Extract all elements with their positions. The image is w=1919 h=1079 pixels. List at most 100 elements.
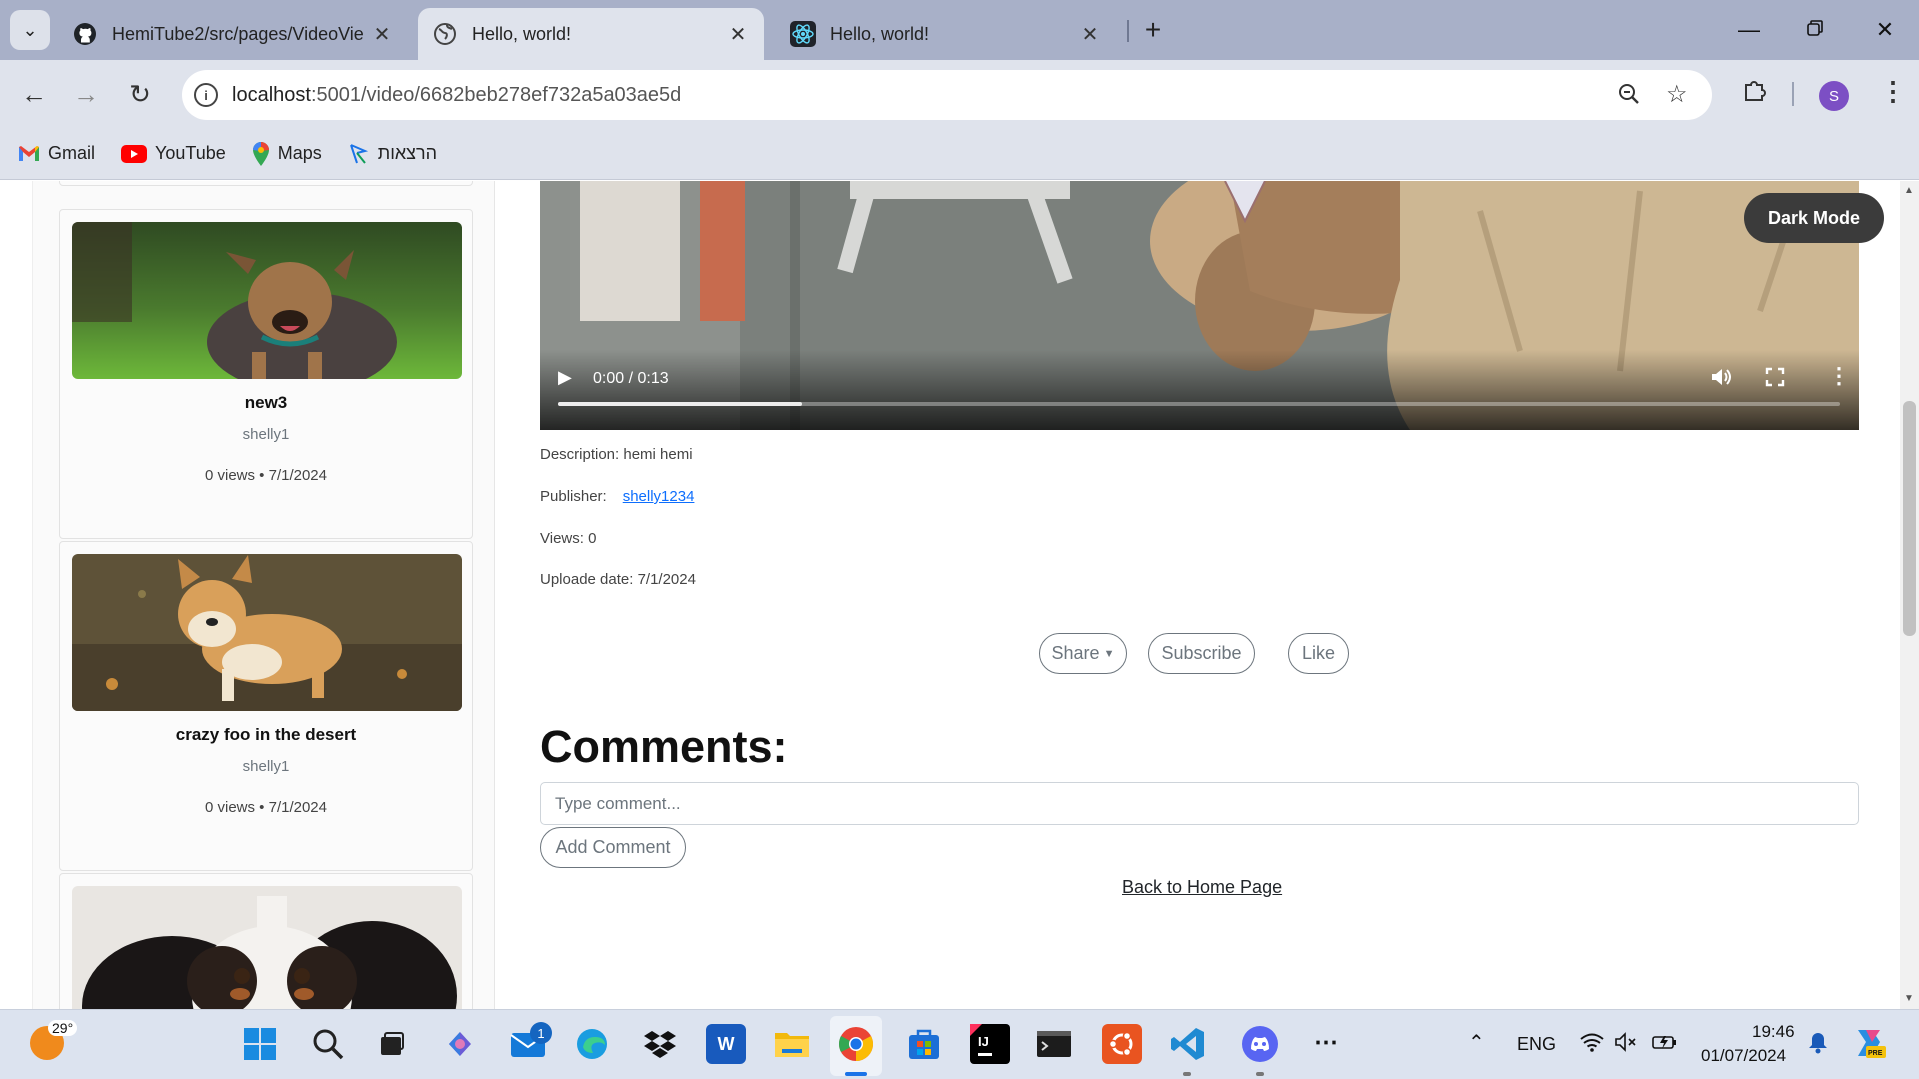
notification-bell-icon[interactable] [1808, 1032, 1828, 1059]
restore-button[interactable] [1785, 8, 1845, 52]
more-options-icon[interactable]: ⋮ [1828, 363, 1850, 389]
back-home-link[interactable]: Back to Home Page [1122, 877, 1282, 898]
share-button[interactable]: Share ▼ [1039, 633, 1127, 674]
language-indicator[interactable]: ENG [1517, 1034, 1556, 1055]
video-card[interactable] [59, 181, 473, 186]
extensions-icon[interactable] [1741, 77, 1767, 110]
bookmarks-bar: Gmail YouTube Maps הרצאות [0, 128, 1919, 180]
active-app-indicator [845, 1072, 867, 1076]
store-icon[interactable] [904, 1024, 944, 1064]
close-icon[interactable]: ✕ [726, 22, 750, 46]
plus-icon: + [1144, 14, 1162, 45]
scroll-up-icon[interactable]: ▲ [1904, 185, 1914, 196]
running-app-indicator [1183, 1072, 1191, 1076]
video-sidebar: new3 shelly1 0 views • 7/1/2024 crazy fo… [32, 181, 495, 1009]
mail-badge: 1 [530, 1022, 552, 1044]
new-tab-button[interactable]: + [1135, 12, 1171, 48]
bookmark-lectures[interactable]: הרצאות [348, 143, 437, 165]
dropbox-icon[interactable] [640, 1024, 680, 1064]
address-bar[interactable]: i localhost:5001/video/6682beb278ef732a5… [182, 70, 1712, 120]
video-thumbnail[interactable] [72, 886, 462, 1009]
video-card[interactable] [59, 873, 473, 1009]
task-view-icon[interactable] [372, 1024, 412, 1064]
video-publisher: shelly1 [242, 758, 290, 775]
intellij-icon[interactable]: IJ [970, 1024, 1010, 1064]
tab-divider [1127, 20, 1129, 42]
video-card[interactable]: new3 shelly1 0 views • 7/1/2024 [59, 209, 473, 539]
back-button[interactable]: ← [14, 74, 54, 114]
video-title[interactable]: new3 [60, 393, 472, 413]
bookmark-maps[interactable]: Maps [252, 141, 322, 166]
minimize-button[interactable]: — [1719, 8, 1779, 52]
vscode-icon[interactable] [1168, 1024, 1208, 1064]
clock-time[interactable]: 19:46 [1752, 1022, 1795, 1042]
add-comment-button[interactable]: Add Comment [540, 827, 686, 868]
terminal-icon[interactable] [1034, 1024, 1074, 1064]
bookmark-gmail[interactable]: Gmail [18, 143, 95, 164]
video-meta: 0 views • 7/1/2024 [205, 799, 327, 816]
word-icon[interactable]: W [706, 1024, 746, 1064]
clock-date[interactable]: 01/07/2024 [1701, 1046, 1786, 1066]
upload-date: Uploade date: 7/1/2024 [540, 571, 696, 588]
chevron-up-icon[interactable]: ⌃ [1468, 1030, 1485, 1055]
tab-github[interactable]: HemiTube2/src/pages/VideoVie ✕ [58, 8, 408, 60]
restore-icon [1806, 17, 1824, 43]
profile-avatar[interactable]: S [1819, 81, 1849, 111]
volume-icon[interactable] [1710, 366, 1732, 393]
bookmark-youtube[interactable]: YouTube [121, 143, 226, 164]
like-button[interactable]: Like [1288, 633, 1349, 674]
scrollbar-thumb[interactable] [1903, 401, 1916, 636]
publisher-link[interactable]: shelly1234 [623, 488, 695, 505]
close-icon[interactable]: ✕ [370, 22, 394, 46]
reload-icon: ↻ [129, 78, 151, 109]
zoom-icon[interactable] [1617, 82, 1641, 113]
tab-active[interactable]: Hello, world! ✕ [418, 8, 764, 60]
discord-icon[interactable] [1240, 1024, 1280, 1064]
maps-icon [252, 141, 270, 166]
file-explorer-icon[interactable] [772, 1024, 812, 1064]
video-card[interactable]: crazy foo in the desert shelly1 0 views … [59, 541, 473, 871]
tab-react[interactable]: Hello, world! ✕ [776, 8, 1116, 60]
menu-kebab-icon[interactable]: ⋮ [1880, 76, 1906, 107]
tab-search-button[interactable]: ⌄ [10, 10, 50, 50]
globe-icon [432, 21, 458, 47]
windows-start-icon[interactable] [240, 1024, 280, 1064]
battery-icon[interactable] [1652, 1032, 1678, 1057]
more-apps-icon[interactable]: ⋯ [1314, 1028, 1339, 1057]
close-icon[interactable]: ✕ [1078, 22, 1102, 46]
forward-button[interactable]: → [66, 74, 106, 114]
arrow-right-icon: → [73, 78, 99, 109]
close-window-button[interactable]: ✕ [1855, 8, 1915, 52]
tab-strip: ⌄ HemiTube2/src/pages/VideoVie ✕ Hello, … [0, 0, 1919, 60]
share-label: Share [1051, 643, 1100, 663]
tab-title: Hello, world! [830, 23, 930, 44]
volume-muted-icon[interactable] [1614, 1032, 1638, 1057]
search-icon[interactable] [308, 1024, 348, 1064]
comment-input[interactable] [540, 782, 1859, 825]
chrome-icon[interactable] [836, 1024, 876, 1064]
video-title[interactable]: crazy foo in the desert [60, 725, 472, 745]
dark-mode-button[interactable]: Dark Mode [1744, 193, 1884, 243]
play-icon[interactable]: ▶ [558, 367, 572, 388]
gmail-icon [18, 145, 40, 162]
github-icon [72, 21, 98, 47]
video-progress-bar[interactable] [558, 402, 1840, 406]
subscribe-button[interactable]: Subscribe [1148, 633, 1255, 674]
edge-icon[interactable] [572, 1024, 612, 1064]
wifi-icon[interactable] [1580, 1032, 1604, 1057]
video-player[interactable]: ▶ 0:00 / 0:13 ⋮ [540, 181, 1859, 430]
video-thumbnail[interactable] [72, 222, 462, 379]
bookmark-star-icon[interactable]: ☆ [1666, 80, 1688, 109]
scroll-down-icon[interactable]: ▼ [1904, 993, 1914, 1004]
fullscreen-icon[interactable] [1765, 367, 1785, 392]
video-thumbnail[interactable] [72, 554, 462, 711]
page-scrollbar[interactable]: ▲ ▼ [1900, 181, 1919, 1009]
close-icon: ✕ [1875, 17, 1895, 42]
copilot-icon[interactable] [440, 1024, 480, 1064]
site-info-icon[interactable]: i [194, 83, 218, 107]
ubuntu-icon[interactable] [1102, 1024, 1142, 1064]
url-text[interactable]: localhost:5001/video/6682beb278ef732a5a0… [232, 84, 681, 107]
copilot-preview-icon[interactable]: PRE [1852, 1026, 1886, 1065]
reload-button[interactable]: ↻ [120, 74, 160, 114]
tab-title: Hello, world! [472, 23, 572, 44]
